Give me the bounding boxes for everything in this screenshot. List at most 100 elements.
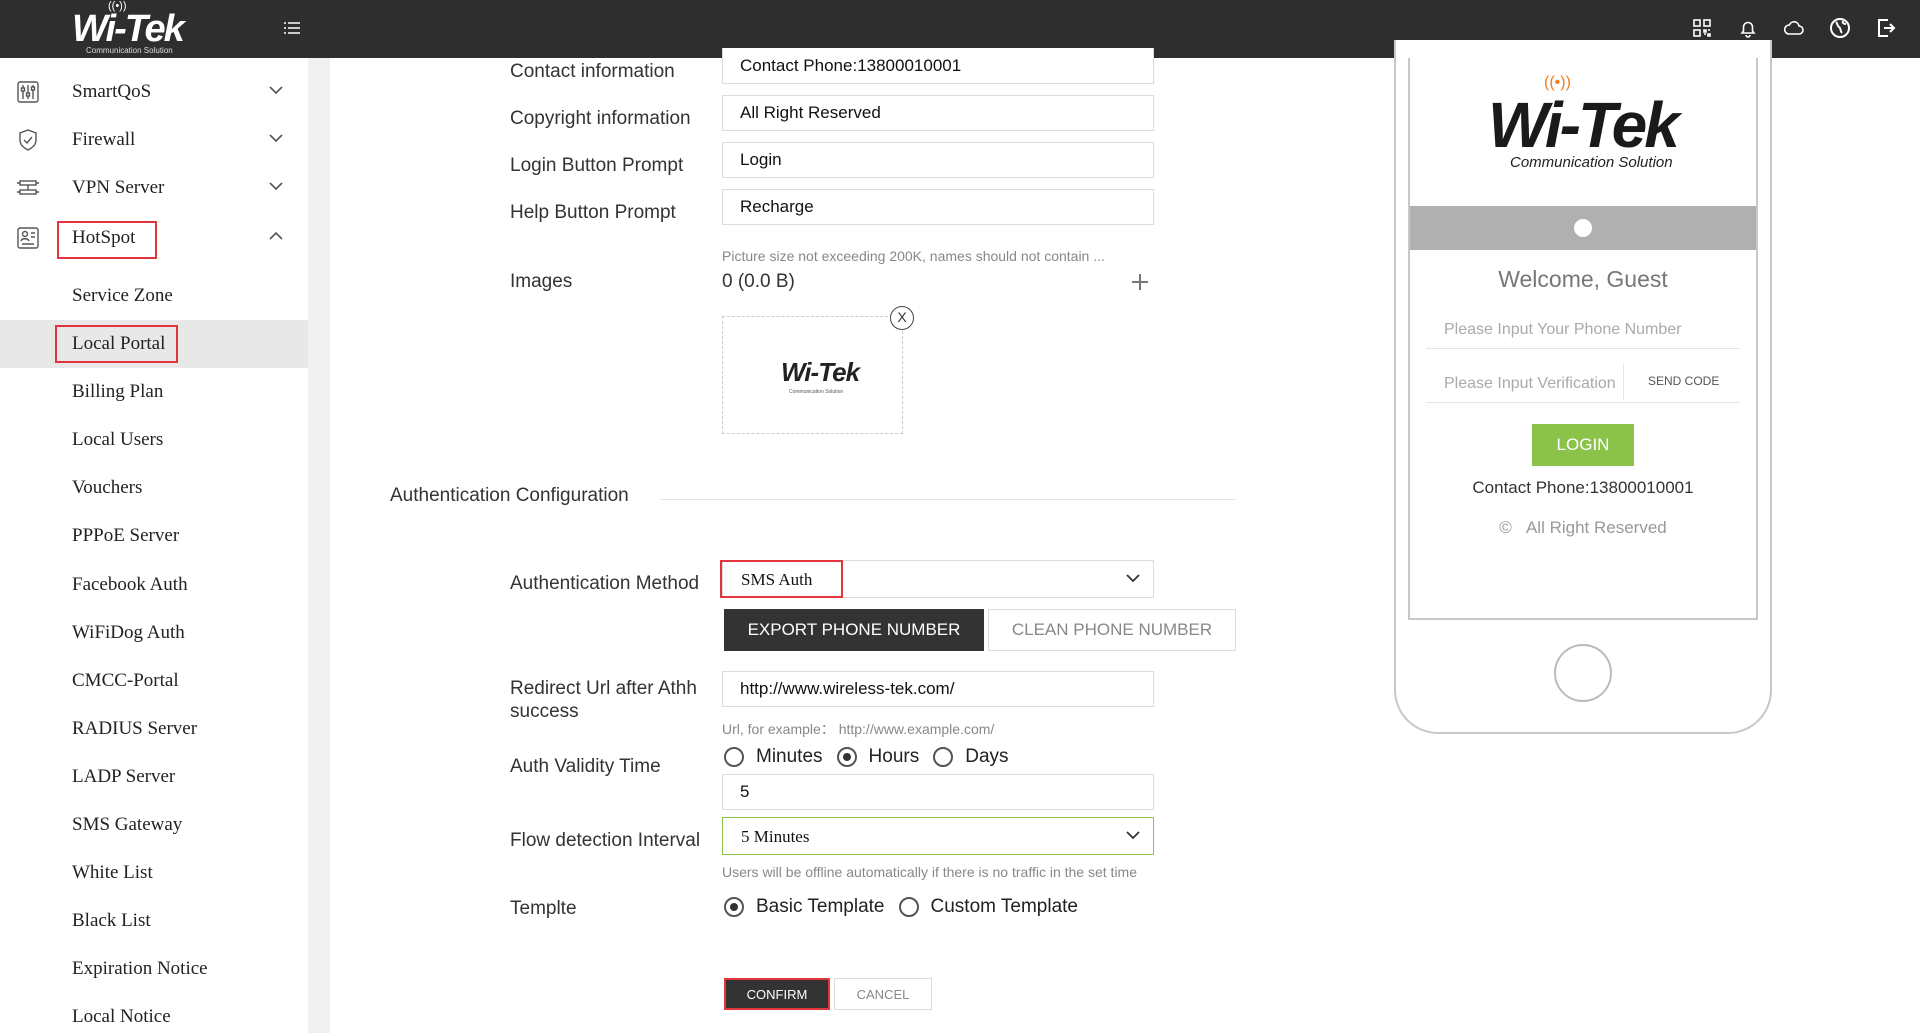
radio-indicator [724, 747, 744, 767]
sidebar-subitem-white-list[interactable]: White List [0, 849, 308, 897]
copyright-input[interactable]: All Right Reserved [722, 95, 1154, 131]
sidebar-subitem-label: Expiration Notice [72, 958, 208, 979]
radio-days[interactable]: Days [933, 746, 1009, 768]
thumbnail-logo-text: Wi-Tek [781, 357, 860, 387]
brand-logo: ((•)) Wi-Tek Communication Solution [72, 0, 202, 56]
radio-custom-template[interactable]: Custom Template [898, 896, 1079, 918]
export-phone-number-button[interactable]: EXPORT PHONE NUMBER [724, 609, 984, 651]
sidebar-subitem-label: Billing Plan [72, 381, 164, 402]
sidebar-subitem-cmcc-portal[interactable]: CMCC-Portal [0, 657, 308, 705]
sidebar-item-label: VPN Server [72, 177, 165, 198]
bell-icon[interactable] [1736, 16, 1760, 40]
auth-section-title: Authentication Configuration [390, 485, 629, 506]
redirect-url-label: Redirect Url after Athh [510, 678, 697, 699]
redirect-url-hint: Url, for example： http://www.example.com… [722, 721, 995, 737]
radio-hours[interactable]: Hours [836, 746, 920, 768]
sidebar-subitem-label: Vouchers [72, 477, 143, 498]
preview-logo-text: Wi-Tek [1488, 89, 1680, 161]
sidebar-item-label: Firewall [72, 129, 136, 150]
sidebar-subitem-ladp-server[interactable]: LADP Server [0, 753, 308, 801]
logout-icon[interactable] [1874, 16, 1898, 40]
sidebar-subitem-label: CMCC-Portal [72, 670, 179, 691]
radio-basic-template[interactable]: Basic Template [724, 896, 885, 918]
radio-label: Hours [868, 746, 920, 767]
chevron-down-icon [269, 134, 283, 143]
sidebar-subitem-label: White List [72, 862, 153, 883]
cancel-button[interactable]: CANCEL [834, 978, 932, 1010]
radio-minutes[interactable]: Minutes [724, 746, 823, 768]
radio-indicator-selected [724, 897, 744, 917]
sidebar-subitem-label: SMS Gateway [72, 814, 183, 835]
chevron-down-icon [269, 86, 283, 95]
flow-interval-value: 5 Minutes [741, 827, 810, 846]
qr-code-icon[interactable] [1690, 16, 1714, 40]
sidebar-subitem-wifidog-auth[interactable]: WiFiDog Auth [0, 609, 308, 657]
template-label: Templte [510, 898, 577, 919]
chevron-up-icon [269, 231, 283, 240]
login-prompt-input[interactable]: Login [722, 142, 1154, 178]
sidebar-subitem-local-users[interactable]: Local Users [0, 416, 308, 464]
contact-label: Contact information [510, 61, 675, 82]
logo-subtitle: Communication Solution [86, 46, 173, 55]
globe-icon[interactable] [1828, 16, 1852, 40]
sidebar-subitem-local-notice[interactable]: Local Notice [0, 993, 308, 1033]
preview-brand-logo: ((•)) Wi-Tek Communication Solution [1488, 74, 1688, 178]
copyright-label: Copyright information [510, 108, 691, 129]
chevron-down-icon [1126, 831, 1140, 840]
radio-label: Days [965, 746, 1009, 767]
template-radio-group: Basic Template Custom Template [724, 896, 1092, 918]
sidebar-subitem-black-list[interactable]: Black List [0, 897, 308, 945]
sidebar-subitem-facebook-auth[interactable]: Facebook Auth [0, 561, 308, 609]
thumbnail-logo-subtitle: Communication Solution [789, 389, 844, 395]
flow-interval-label: Flow detection Interval [510, 830, 701, 851]
help-prompt-input[interactable]: Recharge [722, 189, 1154, 225]
sidebar-subitem-sms-gateway[interactable]: SMS Gateway [0, 801, 308, 849]
section-divider [660, 499, 1235, 500]
logo-text: Wi-Tek [72, 8, 185, 50]
sidebar-subitem-billing-plan[interactable]: Billing Plan [0, 368, 308, 416]
image-thumbnail[interactable]: Wi-Tek Communication Solution [722, 316, 903, 434]
contact-input[interactable]: Contact Phone:13800010001 [722, 48, 1154, 84]
sidebar-subitem-pppoe-server[interactable]: PPPoE Server [0, 512, 308, 560]
phone-home-button[interactable] [1554, 644, 1612, 702]
clean-phone-number-button[interactable]: CLEAN PHONE NUMBER [988, 609, 1236, 651]
cloud-icon[interactable] [1782, 16, 1806, 40]
preview-send-code-button[interactable]: SEND CODE [1648, 374, 1719, 388]
redirect-url-input[interactable]: http://www.wireless-tek.com/ [722, 671, 1154, 707]
sidebar-subitem-vouchers[interactable]: Vouchers [0, 464, 308, 512]
preview-banner [1410, 206, 1756, 250]
copyright-icon: © [1499, 518, 1512, 537]
sidebar-item-label: SmartQoS [72, 81, 152, 102]
radio-indicator-selected [836, 747, 857, 767]
sidebar-subitem-label: Service Zone [72, 285, 173, 306]
sidebar-item-firewall[interactable]: Firewall [0, 116, 308, 162]
remove-image-close-icon[interactable]: X [890, 306, 914, 330]
preview-phone-input[interactable]: Please Input Your Phone Number [1444, 321, 1682, 339]
top-icon-group [1690, 16, 1898, 40]
add-image-plus-icon[interactable] [1130, 272, 1150, 292]
sidebar-subitem-label: RADIUS Server [72, 718, 198, 739]
radio-indicator [898, 897, 919, 917]
radio-label: Custom Template [930, 896, 1079, 917]
images-count: 0 (0.0 B) [722, 271, 795, 292]
sidebar-item-smartqos[interactable]: SmartQoS [0, 68, 308, 114]
highlight-box-confirm [724, 978, 830, 1010]
preview-copyright-text: All Right Reserved [1525, 518, 1667, 537]
flow-interval-select[interactable]: 5 Minutes [722, 817, 1154, 855]
preview-login-button[interactable]: LOGIN [1532, 424, 1634, 466]
sidebar-subitem-expiration-notice[interactable]: Expiration Notice [0, 945, 308, 993]
input-underline [1426, 348, 1740, 349]
images-label: Images [510, 271, 573, 292]
preview-code-input[interactable]: Please Input Verification [1444, 375, 1616, 393]
sidebar-subitem-radius-server[interactable]: RADIUS Server [0, 705, 308, 753]
preview-welcome-text: Welcome, Guest [1498, 266, 1668, 292]
sidebar-item-vpn-server[interactable]: VPN Server [0, 164, 308, 210]
sidebar-subitem-service-zone[interactable]: Service Zone [0, 272, 308, 320]
radio-indicator [933, 747, 954, 767]
hotspot-icon [17, 227, 39, 249]
auth-method-label: Authentication Method [510, 573, 700, 594]
login-prompt-label: Login Button Prompt [510, 155, 684, 176]
input-separator [1623, 364, 1624, 400]
validity-value-input[interactable]: 5 [722, 774, 1154, 810]
menu-toggle-icon[interactable] [282, 18, 302, 38]
